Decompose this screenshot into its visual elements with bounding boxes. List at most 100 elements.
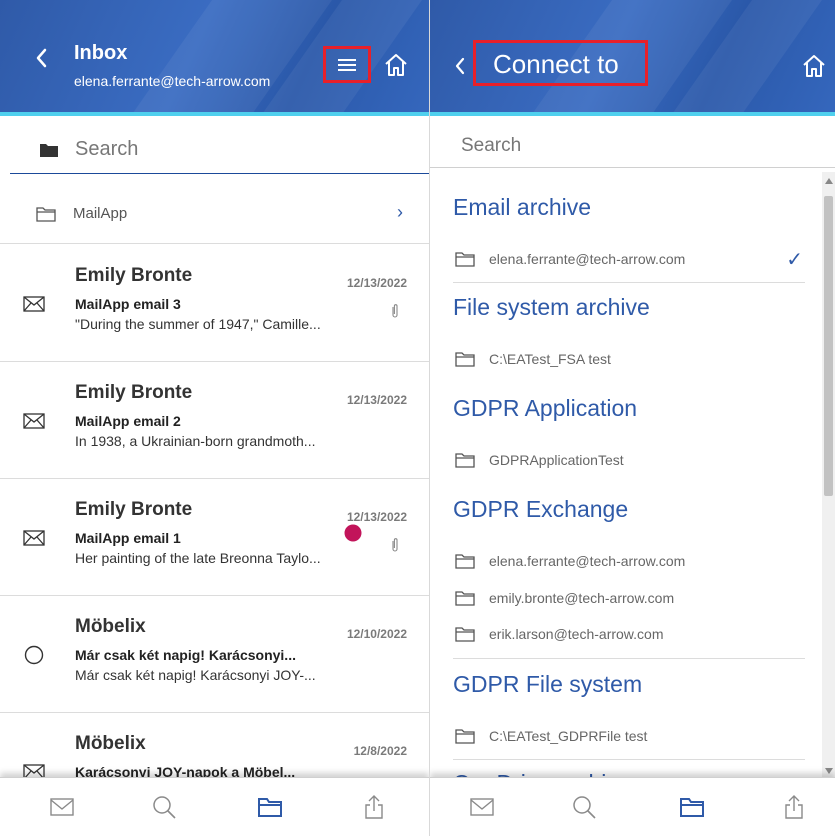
connect-title-box[interactable]: Connect to: [473, 40, 648, 86]
email-date: 12/10/2022: [346, 627, 407, 641]
folder-label: MailApp: [73, 205, 128, 222]
email-date: 12/8/2022: [353, 744, 407, 758]
bottom-nav: [0, 777, 429, 836]
folder-icon: [455, 352, 475, 367]
inbox-pane: Inbox elena.ferrante@tech-arrow.com Sear…: [0, 0, 429, 836]
page-title: Connect to: [493, 49, 619, 79]
account-item[interactable]: GDPRApplicationTest: [453, 441, 805, 479]
email-sender: Emily Bronte: [75, 499, 193, 520]
account-label: emily.bronte@tech-arrow.com: [489, 590, 675, 606]
chevron-right-icon: ›: [397, 202, 403, 222]
folder-icon: [455, 729, 475, 744]
divider: [453, 282, 805, 283]
scrollbar-thumb[interactable]: [824, 196, 833, 496]
envelope-icon: [23, 530, 45, 546]
search-input[interactable]: Search: [430, 124, 835, 168]
search-placeholder: Search: [75, 138, 139, 160]
folder-icon: [455, 591, 475, 606]
email-preview: Her painting of the late Breonna Taylo..…: [75, 550, 321, 566]
share-icon[interactable]: [360, 793, 388, 821]
envelope-icon: [23, 296, 45, 312]
mail-icon[interactable]: [468, 793, 496, 821]
hamburger-menu-icon: [338, 58, 356, 71]
paperclip-icon: [392, 304, 398, 318]
back-button[interactable]: [454, 54, 466, 80]
email-sender: Emily Bronte: [75, 265, 193, 286]
header-accent-stripe: [430, 112, 835, 116]
back-button[interactable]: [34, 47, 48, 73]
email-subject: MailApp email 2: [75, 413, 181, 429]
chevron-left-icon: [36, 48, 47, 68]
account-item[interactable]: elena.ferrante@tech-arrow.com: [453, 542, 805, 580]
inbox-header: Inbox elena.ferrante@tech-arrow.com: [0, 0, 429, 116]
folder-row-mailapp[interactable]: MailApp ›: [0, 184, 429, 244]
account-item[interactable]: elena.ferrante@tech-arrow.com ✓: [453, 240, 805, 278]
account-label: erik.larson@tech-arrow.com: [489, 626, 664, 642]
email-subject: MailApp email 3: [75, 296, 181, 312]
account-label: C:\EATest_GDPRFile test: [489, 728, 648, 744]
section-title: GDPR File system: [453, 671, 643, 697]
folder-icon: [455, 252, 475, 267]
email-preview: "During the summer of 1947," Camille...: [75, 316, 321, 332]
unread-dot-icon: [344, 524, 362, 542]
search-icon[interactable]: [570, 793, 598, 821]
search-icon[interactable]: [150, 793, 178, 821]
connect-header: Connect to: [430, 0, 835, 116]
home-button[interactable]: [383, 52, 409, 78]
account-item[interactable]: C:\EATest_FSA test: [453, 340, 805, 378]
email-list: Emily Bronte 12/13/2022 MailApp email 3 …: [0, 245, 429, 830]
folder-icon: [455, 453, 475, 468]
email-row[interactable]: Emily Bronte 12/13/2022 MailApp email 3 …: [0, 245, 429, 362]
email-subject: MailApp email 1: [75, 530, 181, 546]
section-title: Email archive: [453, 194, 592, 220]
menu-button[interactable]: [323, 46, 371, 83]
circle-icon: [24, 645, 44, 665]
account-label: C:\EATest_FSA test: [489, 351, 611, 367]
search-placeholder: Search: [461, 134, 522, 156]
email-row[interactable]: Emily Bronte 12/13/2022 MailApp email 1 …: [0, 479, 429, 596]
divider: [453, 658, 805, 659]
account-item[interactable]: C:\EATest_GDPRFile test: [453, 717, 805, 755]
divider: [453, 759, 805, 760]
envelope-icon: [23, 413, 45, 429]
folder-icon: [40, 143, 58, 157]
email-row[interactable]: Möbelix 12/10/2022 Már csak két napig! K…: [0, 596, 429, 713]
home-icon: [803, 55, 825, 77]
scroll-up-icon[interactable]: [825, 178, 833, 184]
mail-icon[interactable]: [48, 793, 76, 821]
account-item[interactable]: emily.bronte@tech-arrow.com: [453, 579, 805, 617]
home-icon: [385, 54, 407, 76]
email-date: 12/13/2022: [346, 393, 407, 407]
scroll-down-icon[interactable]: [825, 768, 833, 774]
connect-pane: Connect to Search Email archive elena.fe…: [429, 0, 835, 836]
folder-icon[interactable]: [256, 793, 284, 821]
account-email: elena.ferrante@tech-arrow.com: [74, 73, 271, 89]
folder-icon: [455, 554, 475, 569]
account-label: GDPRApplicationTest: [489, 452, 624, 468]
email-preview: Már csak két napig! Karácsonyi JOY-...: [75, 667, 316, 683]
share-icon[interactable]: [780, 793, 808, 821]
folder-icon[interactable]: [678, 793, 706, 821]
email-date: 12/13/2022: [346, 510, 407, 524]
email-preview: In 1938, a Ukrainian-born grandmoth...: [75, 433, 316, 449]
scrollbar[interactable]: [822, 172, 835, 780]
email-subject: Már csak két napig! Karácsonyi...: [75, 647, 296, 663]
section-title: GDPR Application: [453, 395, 638, 421]
header-accent-stripe: [0, 112, 429, 116]
folder-icon: [36, 206, 56, 222]
search-input[interactable]: Search: [10, 126, 429, 174]
section-title: File system archive: [453, 294, 650, 320]
email-sender: Emily Bronte: [75, 382, 193, 403]
checkmark-icon: ✓: [786, 249, 803, 271]
folder-icon: [455, 627, 475, 642]
email-row[interactable]: Emily Bronte 12/13/2022 MailApp email 2 …: [0, 362, 429, 479]
paperclip-icon: [392, 538, 398, 552]
home-button[interactable]: [801, 53, 827, 79]
account-label: elena.ferrante@tech-arrow.com: [489, 251, 686, 267]
email-sender: Möbelix: [75, 616, 146, 637]
section-title: GDPR Exchange: [453, 496, 629, 522]
email-date: 12/13/2022: [346, 276, 407, 290]
account-item[interactable]: erik.larson@tech-arrow.com: [453, 615, 805, 653]
chevron-left-icon: [455, 57, 465, 75]
account-label: elena.ferrante@tech-arrow.com: [489, 553, 686, 569]
